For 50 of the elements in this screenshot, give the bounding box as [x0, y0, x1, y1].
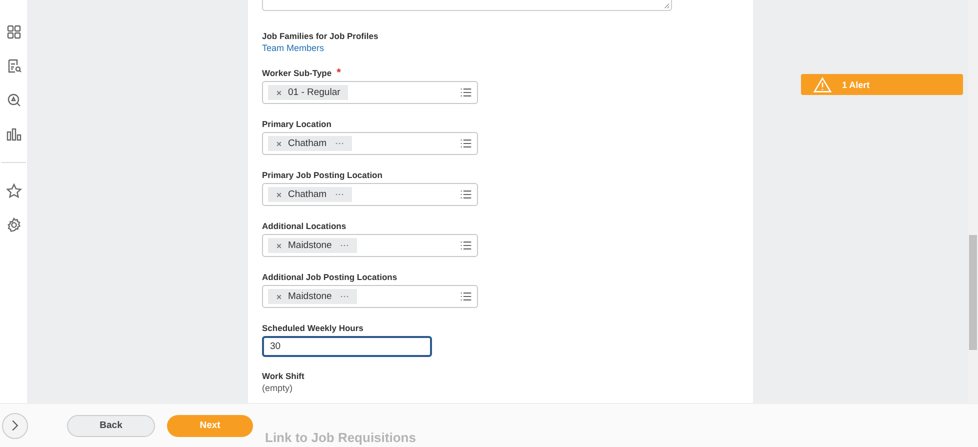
field-link[interactable]: Team Members	[262, 43, 753, 53]
field-label: Primary Location	[262, 118, 332, 128]
selected-chip[interactable]: Maidstone	[268, 289, 357, 304]
list-icon[interactable]	[460, 292, 472, 301]
multiselect-field[interactable]: 01 - Regular	[262, 81, 478, 104]
selected-chip[interactable]: Maidstone	[268, 238, 357, 253]
back-button[interactable]: Back	[67, 414, 155, 436]
document-search-icon[interactable]	[6, 58, 22, 74]
hours-input[interactable]: 30	[262, 336, 432, 357]
selected-chip[interactable]: Chatham	[268, 136, 352, 151]
field-label: Worker Sub-Type	[262, 68, 332, 78]
star-icon[interactable]	[6, 183, 22, 199]
field-label: Additional Job Posting Locations	[262, 272, 398, 282]
warning-icon	[813, 76, 832, 92]
list-icon[interactable]	[460, 139, 472, 148]
resize-grip-icon[interactable]	[663, 2, 670, 9]
expand-button[interactable]	[2, 412, 28, 438]
section-heading: Link to Job Requisitions	[265, 430, 416, 445]
remove-icon[interactable]	[276, 140, 282, 146]
chip-text: Maidstone	[288, 240, 332, 251]
multiselect-field[interactable]: Maidstone	[262, 234, 478, 257]
grid-icon[interactable]	[6, 24, 22, 40]
remove-icon[interactable]	[276, 90, 282, 96]
multiselect-field[interactable]: Chatham	[262, 132, 478, 155]
chip-text: Chatham	[288, 138, 327, 149]
chip-text: 01 - Regular	[288, 87, 340, 98]
selected-chip[interactable]: Chatham	[268, 187, 352, 202]
field-label: Scheduled Weekly Hours	[262, 322, 364, 332]
required-mark: *	[336, 66, 341, 78]
field-label: Primary Job Posting Location	[262, 170, 382, 180]
scrollbar-thumb[interactable]	[969, 235, 977, 350]
remove-icon[interactable]	[276, 242, 282, 248]
remove-icon[interactable]	[276, 294, 282, 300]
field-value: (empty)	[262, 383, 294, 393]
search-icon[interactable]	[6, 92, 22, 108]
chevron-right-icon	[11, 420, 19, 431]
field-label: Work Shift	[262, 370, 304, 380]
chip-text: Maidstone	[288, 291, 332, 302]
multiselect-field[interactable]: Maidstone	[262, 285, 478, 308]
field-label: Additional Locations	[262, 220, 346, 230]
selected-chip[interactable]: 01 - Regular	[268, 85, 348, 100]
multiselect-field[interactable]: Chatham	[262, 183, 478, 206]
bar-chart-icon[interactable]	[6, 126, 22, 142]
chip-text: Chatham	[288, 189, 327, 200]
field-label: Job Families for Job Profiles	[262, 30, 378, 40]
list-icon[interactable]	[460, 88, 472, 97]
list-icon[interactable]	[460, 241, 472, 250]
list-icon[interactable]	[460, 190, 472, 199]
settings-icon[interactable]	[6, 217, 22, 233]
remove-icon[interactable]	[276, 192, 282, 198]
